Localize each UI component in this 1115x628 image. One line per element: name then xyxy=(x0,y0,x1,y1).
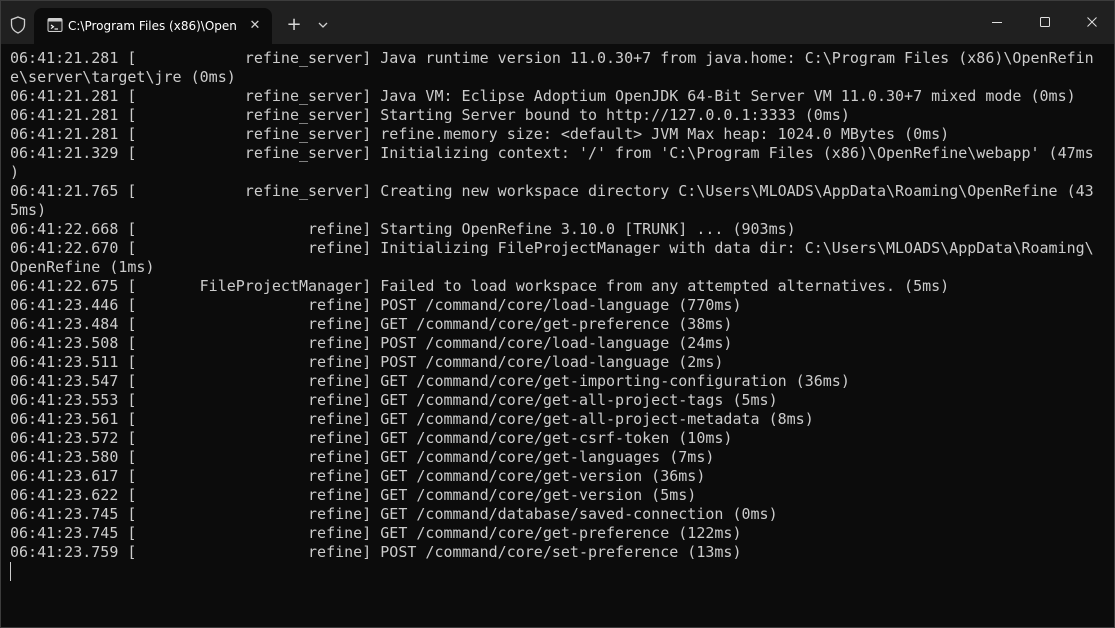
title-bar[interactable]: C:\Program Files (x86)\OpenR ✕ + xyxy=(1,1,1114,44)
terminal-line: 06:41:21.281 [ refine_server] Starting S… xyxy=(10,106,850,124)
maximize-button[interactable] xyxy=(1022,9,1068,35)
maximize-icon xyxy=(1040,17,1050,27)
terminal-line: 5ms) xyxy=(10,201,47,219)
terminal-line: 06:41:21.765 [ refine_server] Creating n… xyxy=(10,182,1094,200)
terminal-line: 06:41:23.580 [ refine] GET /command/core… xyxy=(10,448,715,466)
shield-icon[interactable] xyxy=(10,16,26,34)
terminal-line: 06:41:23.622 [ refine] GET /command/core… xyxy=(10,486,697,504)
terminal-line: 06:41:21.281 [ refine_server] refine.mem… xyxy=(10,125,950,143)
terminal-icon xyxy=(47,18,63,32)
text-cursor xyxy=(10,562,11,581)
terminal-line: 06:41:23.484 [ refine] GET /command/core… xyxy=(10,315,733,333)
terminal-output[interactable]: 06:41:21.281 [ refine_server] Java runti… xyxy=(10,49,1100,619)
terminal-line: ) xyxy=(10,163,20,181)
terminal-line: 06:41:21.281 [ refine_server] Java VM: E… xyxy=(10,87,1076,105)
minimize-icon xyxy=(992,22,1002,23)
terminal-line: 06:41:23.508 [ refine] POST /command/cor… xyxy=(10,334,733,352)
terminal-line: 06:41:22.670 [ refine] Initializing File… xyxy=(10,239,1094,257)
terminal-line: 06:41:23.446 [ refine] POST /command/cor… xyxy=(10,296,742,314)
terminal-line: 06:41:23.553 [ refine] GET /command/core… xyxy=(10,391,778,409)
terminal-window: C:\Program Files (x86)\OpenR ✕ + 06:41:2… xyxy=(0,0,1115,628)
terminal-line: 06:41:23.561 [ refine] GET /command/core… xyxy=(10,410,814,428)
prompt-line xyxy=(10,562,1100,581)
chevron-down-icon[interactable] xyxy=(314,15,332,35)
terminal-line: 06:41:23.572 [ refine] GET /command/core… xyxy=(10,429,733,447)
terminal-line: 06:41:21.329 [ refine_server] Initializi… xyxy=(10,144,1094,162)
new-tab-button[interactable]: + xyxy=(281,13,307,37)
terminal-line: 06:41:23.617 [ refine] GET /command/core… xyxy=(10,467,706,485)
terminal-line: 06:41:23.511 [ refine] POST /command/cor… xyxy=(10,353,724,371)
tab-active[interactable]: C:\Program Files (x86)\OpenR ✕ xyxy=(34,8,272,44)
minimize-button[interactable] xyxy=(974,9,1020,35)
terminal-line: 06:41:23.547 [ refine] GET /command/core… xyxy=(10,372,850,390)
tab-title: C:\Program Files (x86)\OpenR xyxy=(68,19,238,33)
terminal-line: 06:41:21.281 [ refine_server] Java runti… xyxy=(10,49,1094,67)
terminal-line: 06:41:23.745 [ refine] GET /command/data… xyxy=(10,505,778,523)
close-icon[interactable]: ✕ xyxy=(245,16,265,36)
terminal-line: 06:41:23.759 [ refine] POST /command/cor… xyxy=(10,543,742,561)
terminal-line: 06:41:23.745 [ refine] GET /command/core… xyxy=(10,524,742,542)
terminal-line: 06:41:22.668 [ refine] Starting OpenRefi… xyxy=(10,220,796,238)
window-close-button[interactable] xyxy=(1069,9,1114,35)
terminal-line: 06:41:22.675 [ FileProjectManager] Faile… xyxy=(10,277,950,295)
terminal-line: e\server\target\jre (0ms) xyxy=(10,68,236,86)
terminal-line: OpenRefine (1ms) xyxy=(10,258,155,276)
window-close-icon xyxy=(1087,17,1097,27)
plus-icon: + xyxy=(286,14,302,35)
